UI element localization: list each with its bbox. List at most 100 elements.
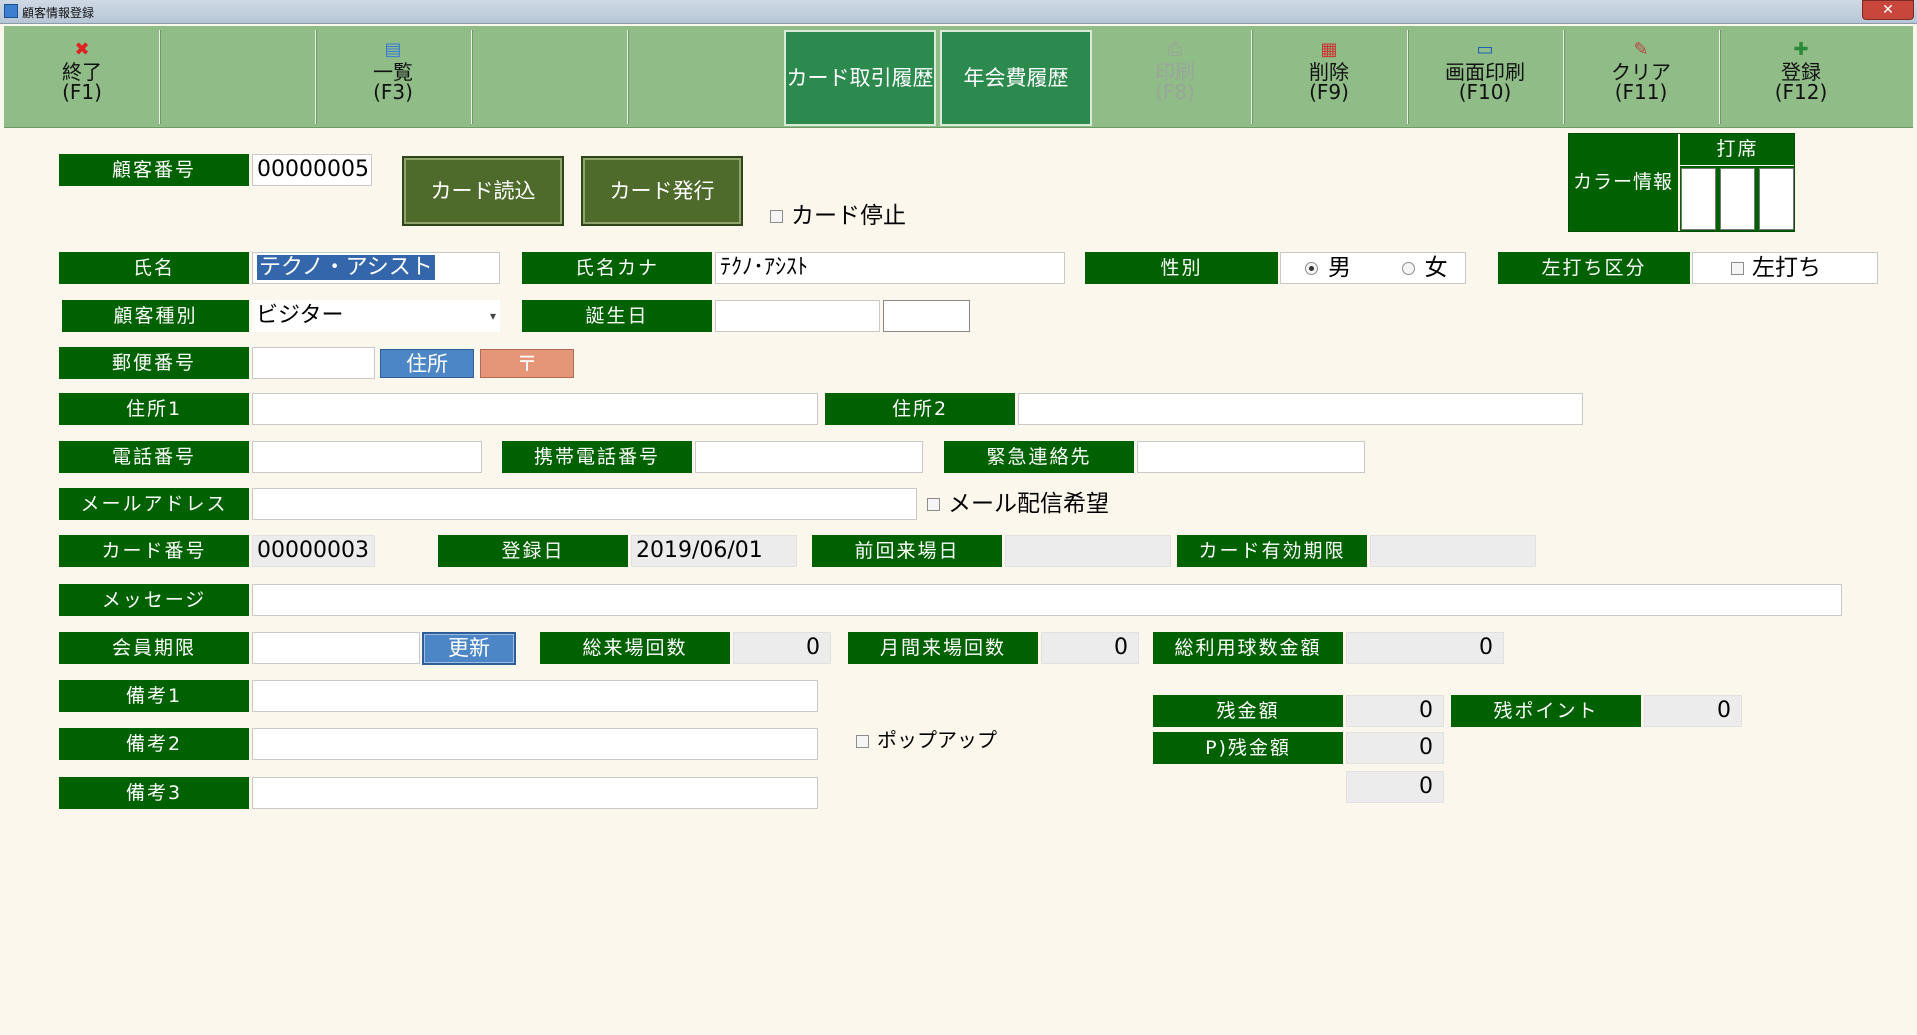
p-balance-field[interactable]: 0 [1346, 732, 1444, 764]
points-field[interactable]: 0 [1644, 695, 1742, 727]
total-ball-amount-label: 総利用球数金額 [1153, 632, 1343, 664]
delete-button[interactable]: ▦ 削除 (F9) [1251, 28, 1407, 126]
female-label: 女 [1424, 255, 1448, 281]
postal-lookup-button[interactable]: 〒 [480, 349, 574, 378]
message-label: メッセージ [59, 584, 249, 616]
points-label: 残ポイント [1451, 695, 1641, 727]
address2-field[interactable] [1018, 393, 1583, 425]
card-history-button[interactable]: カード取引履歴 [784, 30, 936, 126]
total-ball-amount-field[interactable]: 0 [1346, 632, 1504, 664]
screen-print-button[interactable]: ▭ 画面印刷 (F10) [1407, 28, 1563, 126]
card-read-button[interactable]: カード読込 [402, 156, 564, 226]
birthday-field[interactable] [715, 300, 880, 332]
phone-label: 電話番号 [59, 441, 249, 473]
checkbox-icon [770, 210, 783, 223]
note1-label: 備考1 [59, 680, 249, 712]
list-label: 一覧 [373, 60, 413, 84]
name-field[interactable]: テクノ・アシスト [252, 252, 500, 284]
toolbar-separator [627, 30, 628, 124]
age-field[interactable] [883, 300, 970, 332]
radio-female[interactable] [1401, 262, 1415, 275]
emergency-field[interactable] [1137, 441, 1365, 473]
card-stop-checkbox[interactable]: カード停止 [770, 196, 906, 230]
screen-print-label: 画面印刷 [1445, 60, 1525, 84]
last-visit-field[interactable] [1005, 535, 1171, 567]
address-lookup-button[interactable]: 住所 [380, 349, 474, 378]
postal-field[interactable] [252, 347, 375, 379]
message-field[interactable] [252, 584, 1842, 616]
balance-label: 残金額 [1153, 695, 1343, 727]
toolbar-separator [1719, 30, 1720, 124]
email-label: メールアドレス [59, 488, 249, 520]
list-key: (F3) [373, 80, 413, 104]
color-info-panel [1568, 133, 1795, 232]
name-kana-label: 氏名カナ [522, 252, 712, 284]
phone-field[interactable] [252, 441, 482, 473]
email-field[interactable] [252, 488, 917, 520]
customer-no-field[interactable]: 00000005 [252, 154, 372, 186]
radio-male[interactable] [1305, 262, 1318, 275]
left-handed-label: 左打ち区分 [1498, 252, 1690, 284]
window-title: 顧客情報登録 [22, 6, 95, 20]
card-issue-button[interactable]: カード発行 [581, 156, 743, 226]
monthly-visits-label: 月間来場回数 [848, 632, 1038, 664]
print-label: 印刷 [1155, 60, 1195, 84]
note2-field[interactable] [252, 728, 818, 760]
name-kana-field[interactable]: ﾃｸﾉ･ｱｼｽﾄ [715, 252, 1065, 284]
register-date-field[interactable]: 2019/06/01 [631, 535, 797, 567]
checkbox-icon [1731, 262, 1744, 275]
last-visit-label: 前回来場日 [812, 535, 1002, 567]
p-balance-label: P)残金額 [1153, 732, 1343, 764]
monthly-visits-field[interactable]: 0 [1041, 632, 1139, 664]
card-no-field[interactable]: 00000003 [252, 535, 375, 567]
left-handed-checkbox[interactable]: 左打ち [1692, 252, 1878, 284]
postal-label: 郵便番号 [59, 347, 249, 379]
member-expiry-field[interactable] [252, 632, 420, 664]
printer-icon: ⎙ [1167, 39, 1183, 60]
clear-button[interactable]: ✎ クリア (F11) [1563, 28, 1719, 126]
app-icon [4, 4, 18, 18]
extra-value-field[interactable]: 0 [1346, 771, 1444, 803]
card-stop-label: カード停止 [791, 203, 906, 229]
print-key: (F8) [1155, 80, 1195, 104]
annual-fee-history-button[interactable]: 年会費履歴 [940, 30, 1092, 126]
list-button[interactable]: ▤ 一覧 (F3) [315, 28, 471, 126]
card-expiry-field[interactable] [1370, 535, 1536, 567]
emergency-label: 緊急連絡先 [944, 441, 1134, 473]
exit-button[interactable]: ✖ 終了 (F1) [4, 28, 160, 126]
delete-label: 削除 [1309, 60, 1349, 84]
window-close-button[interactable]: ✕ [1862, 0, 1914, 20]
card-no-label: カード番号 [59, 535, 249, 567]
customer-type-select[interactable]: ビジター ▾ [252, 300, 500, 332]
close-icon: ✖ [74, 39, 90, 60]
popup-checkbox[interactable]: ポップアップ [856, 726, 997, 754]
chevron-down-icon: ▾ [489, 309, 496, 323]
address1-field[interactable] [252, 393, 818, 425]
renew-button[interactable]: 更新 [422, 632, 516, 665]
note1-field[interactable] [252, 680, 818, 712]
print-button[interactable]: ⎙ 印刷 (F8) [1097, 28, 1253, 126]
email-optin-label: メール配信希望 [948, 491, 1109, 517]
checkbox-icon [856, 735, 869, 748]
note3-field[interactable] [252, 777, 818, 809]
mobile-field[interactable] [695, 441, 923, 473]
total-visits-field[interactable]: 0 [733, 632, 831, 664]
exit-label: 終了 [62, 60, 102, 84]
delete-icon: ▦ [1320, 39, 1338, 60]
note3-label: 備考3 [59, 777, 249, 809]
email-optin-checkbox[interactable]: メール配信希望 [927, 490, 1109, 518]
customer-type-label: 顧客種別 [62, 300, 249, 332]
name-value: テクノ・アシスト [257, 255, 435, 280]
customer-no-label: 顧客番号 [59, 154, 249, 186]
title-bar: 顧客情報登録 [0, 0, 1917, 24]
left-handed-option: 左打ち [1752, 255, 1821, 281]
address2-label: 住所2 [825, 393, 1015, 425]
toolbar-separator [471, 30, 472, 124]
monitor-icon: ▭ [1476, 39, 1494, 60]
note2-label: 備考2 [59, 728, 249, 760]
screen-print-key: (F10) [1458, 80, 1512, 104]
balance-field[interactable]: 0 [1346, 695, 1444, 727]
eraser-icon: ✎ [1633, 39, 1649, 60]
clear-label: クリア [1611, 60, 1671, 84]
register-button[interactable]: ✚ 登録 (F12) [1725, 28, 1877, 126]
